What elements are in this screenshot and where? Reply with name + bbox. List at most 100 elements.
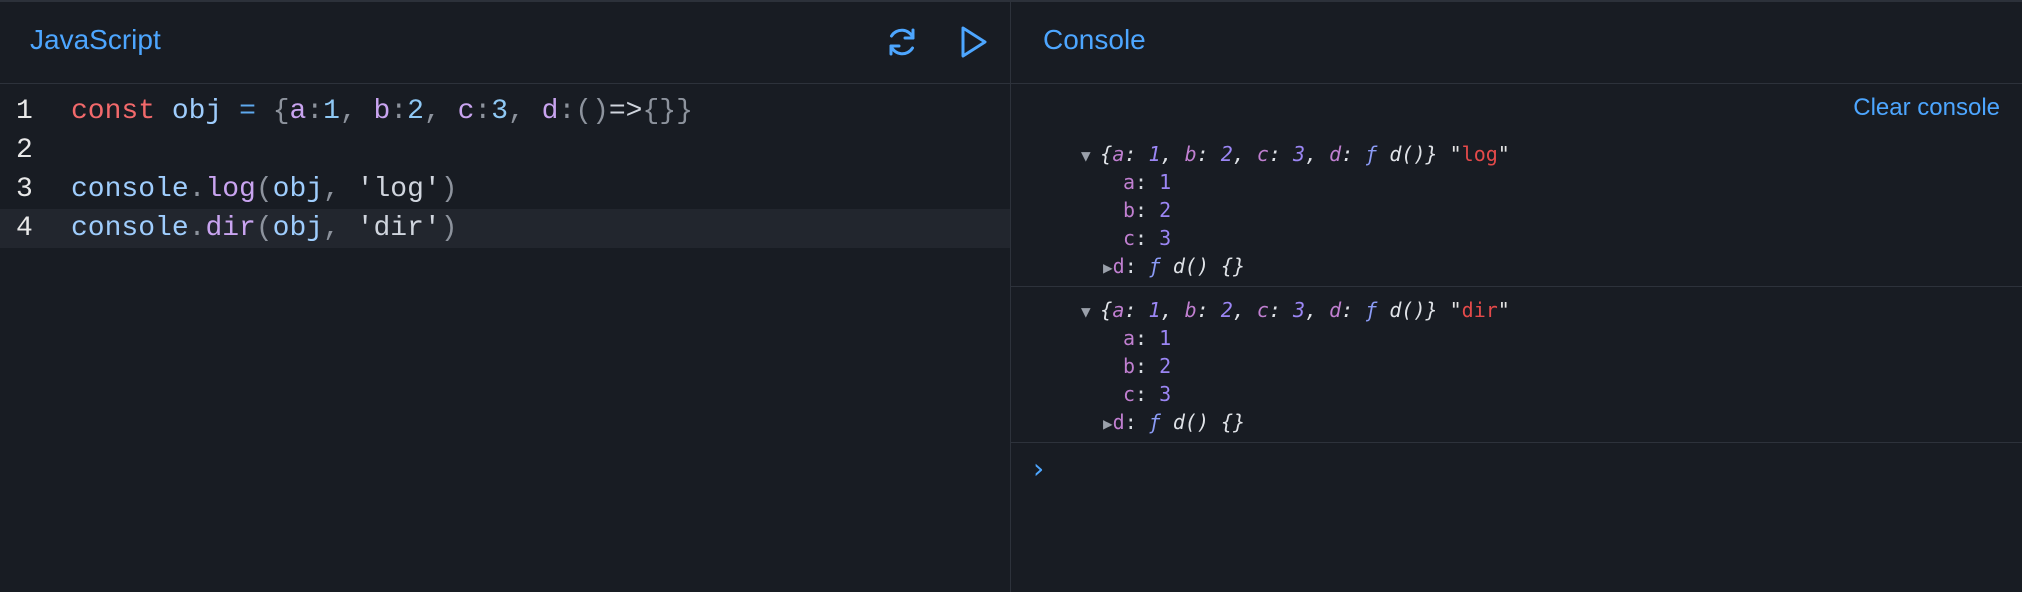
property-value: 3	[1159, 382, 1172, 406]
clear-console-button[interactable]: Clear console	[1853, 94, 2000, 122]
summary-token: :	[1268, 142, 1294, 166]
code-token: )	[440, 174, 458, 205]
summary-token: :	[1196, 142, 1221, 166]
function-signature: d() {}	[1160, 410, 1246, 434]
code-token: 1	[323, 96, 340, 127]
code-line[interactable]: 4 console.dir(obj, 'dir')	[0, 209, 1010, 248]
run-button[interactable]	[951, 20, 995, 64]
property-row: a: 1	[1123, 168, 1171, 196]
property-value: 2	[1159, 198, 1172, 222]
function-property-row[interactable]: ▶d: ƒ d() {}	[1103, 252, 1245, 280]
code-token: ,	[323, 213, 357, 244]
code-text: console.dir(obj, 'dir')	[71, 209, 458, 248]
property-row: c: 3	[1123, 380, 1171, 408]
code-line[interactable]: 3 console.log(obj, 'log')	[0, 170, 1010, 209]
object-summary[interactable]: ▼ {a: 1, b: 2, c: 3, d: ƒ d()} "dir"	[1081, 296, 1510, 324]
property-row: b: 2	[1123, 352, 1171, 380]
code-token: obj	[272, 213, 324, 244]
property-key: c	[1123, 382, 1136, 406]
logged-string-value: log	[1461, 142, 1498, 166]
property-key: d	[1112, 254, 1125, 278]
code-token: ,	[423, 96, 458, 127]
summary-token: a	[1112, 298, 1125, 322]
property-key: b	[1123, 198, 1136, 222]
summary-token: {	[1100, 142, 1113, 166]
code-line[interactable]: 2	[0, 131, 1010, 170]
code-token: obj	[171, 96, 223, 127]
code-token: :	[558, 96, 576, 127]
property-key: a	[1123, 326, 1136, 350]
property-colon: :	[1135, 226, 1160, 250]
function-property-row[interactable]: ▶d: ƒ d() {}	[1103, 408, 1245, 436]
code-token: =>	[608, 96, 643, 127]
line-number: 2	[16, 135, 33, 166]
logged-string: "dir"	[1437, 298, 1510, 322]
code-token: obj	[272, 174, 324, 205]
property-row: c: 3	[1123, 224, 1171, 252]
code-token: 2	[407, 96, 424, 127]
property-colon: :	[1135, 170, 1160, 194]
function-glyph: ƒ	[1148, 254, 1161, 278]
summary-token: 3	[1293, 142, 1306, 166]
property-key: a	[1123, 170, 1136, 194]
summary-token: ƒ	[1365, 142, 1378, 166]
summary-token: d	[1329, 298, 1342, 322]
summary-token: d	[1329, 142, 1342, 166]
property-key: b	[1123, 354, 1136, 378]
summary-token: b	[1184, 142, 1197, 166]
expand-triangle-icon[interactable]: ▶	[1103, 414, 1113, 433]
code-token: (	[255, 213, 273, 244]
summary-token: {	[1100, 298, 1113, 322]
code-line[interactable]: 1 const obj = {a:1, b:2, c:3, d:()=>{}}	[0, 92, 1010, 131]
collapse-triangle-icon[interactable]: ▼	[1081, 146, 1100, 165]
logged-string: "log"	[1437, 142, 1510, 166]
summary-token: ƒ	[1365, 298, 1378, 322]
property-row: b: 2	[1123, 196, 1171, 224]
collapse-triangle-icon[interactable]: ▼	[1081, 302, 1100, 321]
code-token: const	[71, 96, 156, 127]
summary-token: c	[1256, 142, 1269, 166]
property-colon: :	[1135, 326, 1160, 350]
editor-pane: JavaScript 1 const obj = {a:1, b:2, c:3, …	[0, 0, 1010, 592]
code-token: {}}	[642, 96, 693, 127]
code-token: console	[71, 174, 189, 205]
summary-token: ,	[1160, 142, 1185, 166]
property-row: a: 1	[1123, 324, 1171, 352]
code-text: console.log(obj, 'log')	[71, 170, 458, 209]
summary-token: d()}	[1377, 298, 1438, 322]
entry-separator	[1011, 442, 2022, 443]
summary-token: d()}	[1377, 142, 1438, 166]
refresh-button[interactable]	[880, 20, 924, 64]
editor-title: JavaScript	[30, 24, 161, 55]
code-token: a	[289, 96, 307, 127]
property-value: 1	[1159, 326, 1172, 350]
function-glyph: ƒ	[1148, 410, 1161, 434]
editor-header: JavaScript	[0, 0, 1010, 84]
code-token: .	[188, 213, 206, 244]
summary-token: ,	[1305, 298, 1330, 322]
property-value: 1	[1159, 170, 1172, 194]
code-token: console	[71, 213, 189, 244]
summary-token: 2	[1220, 142, 1233, 166]
property-key: c	[1123, 226, 1136, 250]
expand-triangle-icon[interactable]: ▶	[1103, 258, 1113, 277]
code-token: )	[440, 213, 458, 244]
console-header: Console	[1011, 0, 2022, 84]
summary-token: :	[1124, 142, 1149, 166]
code-area[interactable]: 1 const obj = {a:1, b:2, c:3, d:()=>{}} 2 3…	[0, 92, 1010, 248]
property-colon: :	[1124, 410, 1149, 434]
summary-token: 1	[1148, 142, 1161, 166]
console-prompt-icon[interactable]: ›	[1033, 452, 1044, 485]
code-token: =	[239, 96, 256, 127]
summary-token: a	[1112, 142, 1125, 166]
property-value: 3	[1159, 226, 1172, 250]
line-number: 1	[16, 96, 33, 127]
line-number: 3	[16, 174, 33, 205]
summary-token: b	[1184, 298, 1197, 322]
code-token: 3	[491, 96, 509, 127]
logged-string-value: dir	[1461, 298, 1498, 322]
object-summary[interactable]: ▼ {a: 1, b: 2, c: 3, d: ƒ d()} "log"	[1081, 140, 1510, 168]
code-token: dir	[205, 213, 256, 244]
